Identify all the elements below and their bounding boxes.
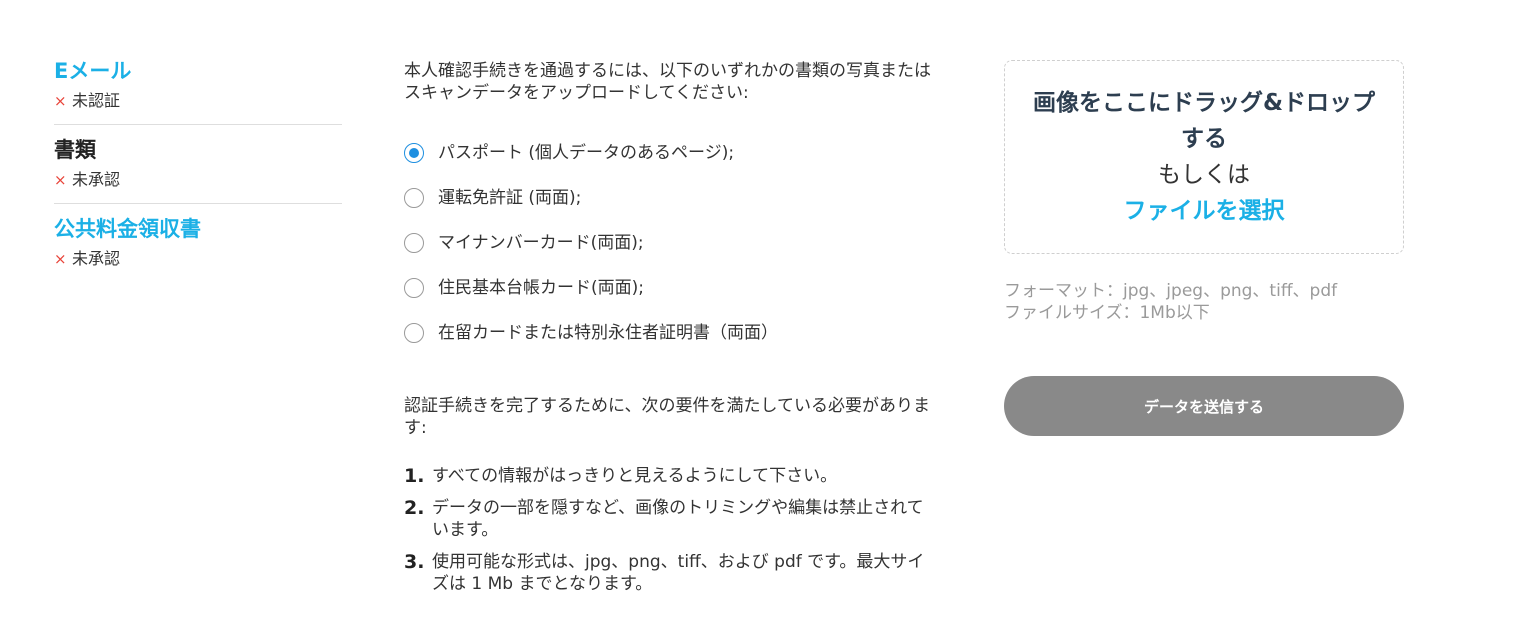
file-dropzone[interactable]: 画像をここにドラッグ&ドロップする もしくは ファイルを選択 [1004,60,1404,254]
radio-button[interactable] [404,277,424,298]
requirements-intro-text: 認証手続きを完了するために、次の要件を満たしている必要があります: [404,396,930,438]
option-label: 運転免許証 (両面); [438,187,582,208]
option-label: マイナンバーカード(両面); [438,232,644,253]
cross-icon: × [54,171,67,189]
radio-button[interactable] [404,322,424,343]
requirement-text: すべての情報がはっきりと見えるようにして下さい。 [432,466,838,486]
document-instructions: 本人確認手続きを通過するには、以下のいずれかの書類の写真またはスキャンデータをア… [404,60,934,605]
file-requirements: フォーマット：jpg、jpeg、png、tiff、pdf ファイルサイズ：1Mb… [1004,280,1404,324]
option-resident-registry-card[interactable]: 住民基本台帳カード(両面); [404,265,934,310]
document-type-options: パスポート (個人データのあるページ); 運転免許証 (両面); マイナンバーカ… [404,130,934,355]
option-label: 在留カードまたは特別永住者証明書（両面） [438,322,778,343]
upload-panel: 画像をここにドラッグ&ドロップする もしくは ファイルを選択 フォーマット：jp… [1004,60,1404,436]
dropzone-or-text: もしくは [1158,162,1250,188]
requirement-item: 3. 使用可能な形式は、jpg、png、tiff、および pdf です。最大サイ… [404,551,934,595]
dropzone-title: 画像をここにドラッグ&ドロップする [1032,90,1376,152]
status-utility-bill-state-row: × 未承認 [54,248,342,270]
verification-page: Eメール × 未認証 書類 × 未承認 公共料金領収書 × 未承認 本人確認手続… [0,0,1520,633]
choose-file-link[interactable]: ファイルを選択 [1124,193,1285,229]
upload-intro-text: 本人確認手続きを通過するには、以下のいずれかの書類の写真またはスキャンデータをア… [404,61,931,103]
option-my-number-card[interactable]: マイナンバーカード(両面); [404,220,934,265]
option-passport[interactable]: パスポート (個人データのあるページ); [404,130,934,175]
cross-icon: × [54,92,67,110]
status-utility-bill-state: 未承認 [72,249,121,268]
radio-button[interactable] [404,187,424,208]
status-email-state: 未認証 [72,91,121,110]
status-documents: 書類 × 未承認 [54,124,342,203]
requirement-text: 使用可能な形式は、jpg、png、tiff、および pdf です。最大サイズは … [432,552,925,594]
verification-status-panel: Eメール × 未認証 書類 × 未承認 公共料金領収書 × 未承認 [54,56,342,282]
requirement-item: 1. すべての情報がはっきりと見えるようにして下さい。 [404,465,934,487]
option-drivers-license[interactable]: 運転免許証 (両面); [404,175,934,220]
radio-button[interactable] [404,232,424,253]
radio-button[interactable] [404,142,424,163]
requirement-text: データの一部を隠すなど、画像のトリミングや編集は禁止されています。 [432,498,924,540]
status-utility-bill: 公共料金領収書 × 未承認 [54,203,342,282]
status-documents-title: 書類 [54,138,96,162]
option-residence-card[interactable]: 在留カードまたは特別永住者証明書（両面） [404,310,934,355]
submit-data-button[interactable]: データを送信する [1004,376,1404,436]
status-email-title[interactable]: Eメール [54,56,342,86]
requirement-item: 2. データの一部を隠すなど、画像のトリミングや編集は禁止されています。 [404,497,934,541]
status-documents-state: 未承認 [72,170,121,189]
requirement-number: 2. [404,497,425,519]
requirements-list: 1. すべての情報がはっきりと見えるようにして下さい。 2. データの一部を隠す… [404,465,934,595]
status-email-state-row: × 未認証 [54,90,342,112]
file-size-text: ファイルサイズ：1Mb以下 [1004,303,1210,323]
option-label: パスポート (個人データのあるページ); [438,142,735,163]
requirement-number: 3. [404,551,425,573]
option-label: 住民基本台帳カード(両面); [438,277,644,298]
status-email: Eメール × 未認証 [54,56,342,124]
requirement-number: 1. [404,465,425,487]
status-utility-bill-title[interactable]: 公共料金領収書 [54,214,342,244]
cross-icon: × [54,250,67,268]
status-documents-state-row: × 未承認 [54,169,342,191]
file-format-text: フォーマット：jpg、jpeg、png、tiff、pdf [1004,281,1338,301]
